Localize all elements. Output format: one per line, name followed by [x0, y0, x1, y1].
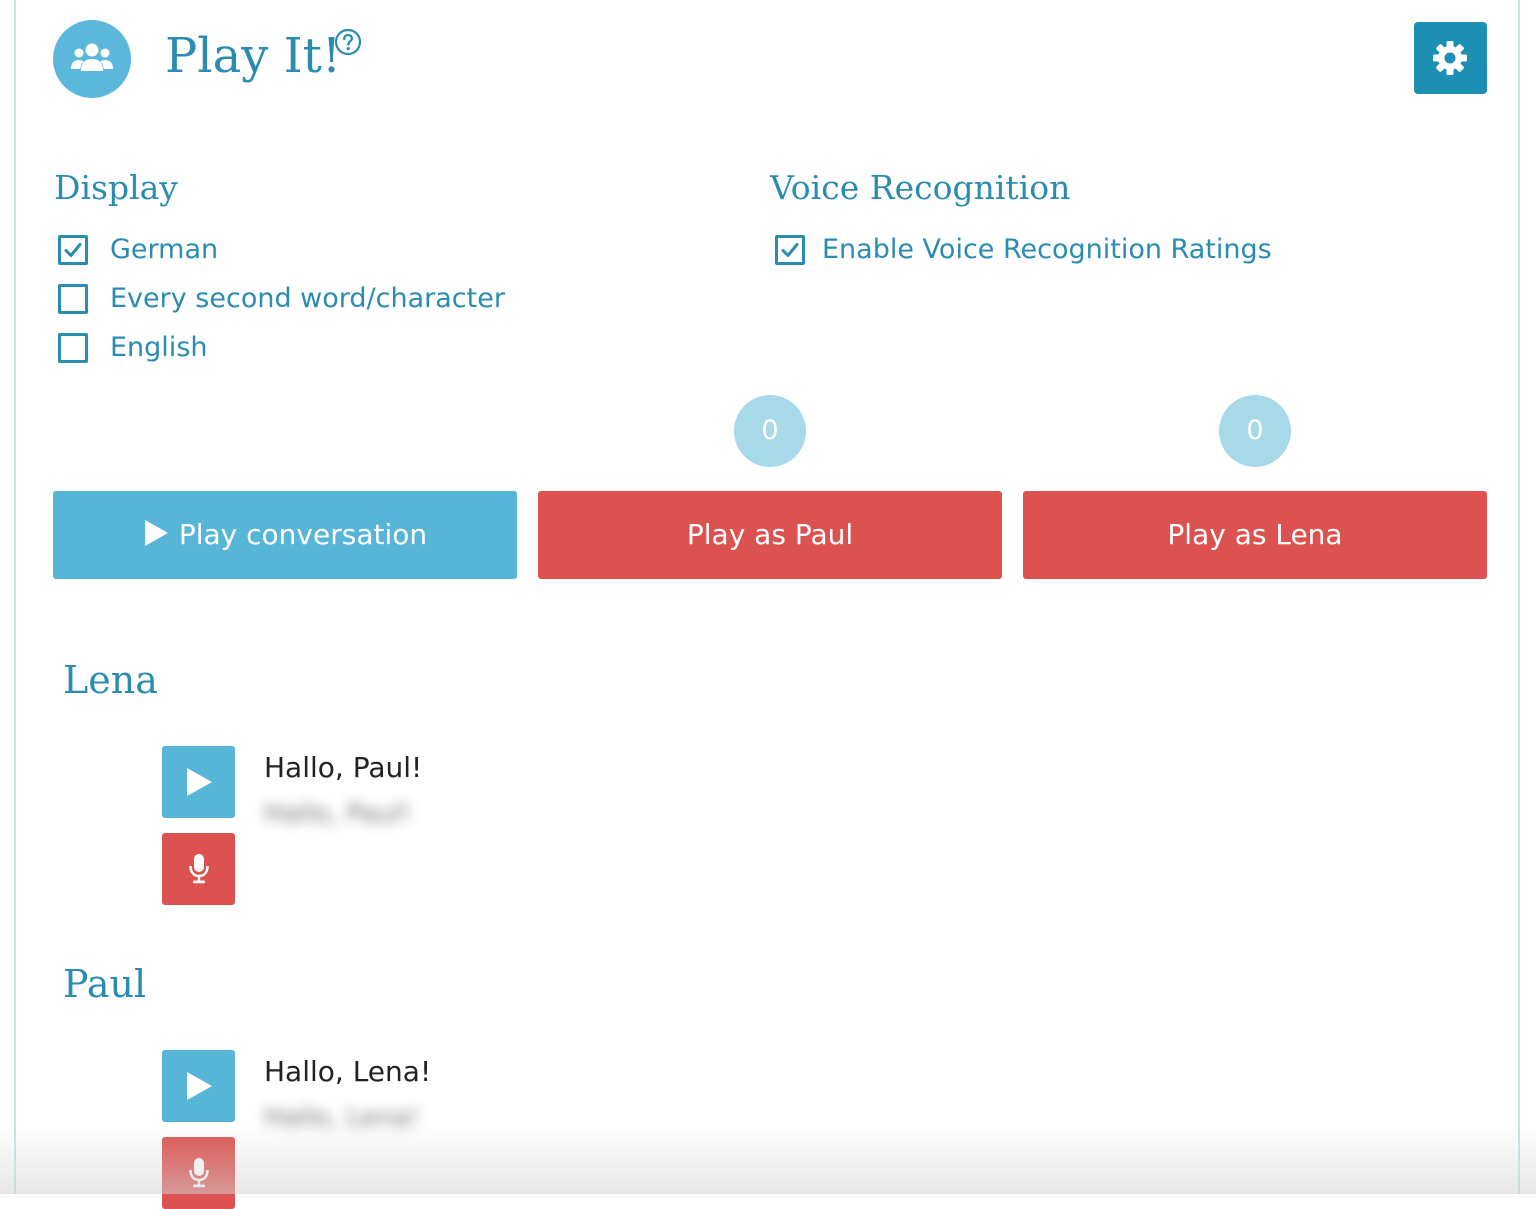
score-badge-lena: 0 [1219, 395, 1291, 467]
option-voice-recognition[interactable]: Enable Voice Recognition Ratings [775, 234, 1315, 271]
play-icon [187, 1072, 212, 1100]
page-title: Play It! [165, 28, 342, 84]
voice-recognition-heading: Voice Recognition [770, 168, 1071, 207]
play-line-button[interactable] [162, 1050, 235, 1122]
microphone-icon [189, 854, 209, 884]
checkmark-icon [64, 243, 82, 257]
option-label: English [110, 332, 208, 363]
line-text: Hallo, Lena! [264, 1055, 432, 1088]
checkbox-every-second-word[interactable] [58, 284, 88, 314]
score-badge-paul: 0 [734, 395, 806, 467]
play-conversation-button[interactable]: Play conversation [53, 491, 517, 579]
play-as-paul-label: Play as Paul [686, 518, 854, 551]
frame-border-right [1518, 0, 1520, 1194]
option-every-second-word[interactable]: Every second word/character [58, 283, 558, 320]
settings-button[interactable] [1414, 22, 1487, 94]
play-conversation-label: Play conversation [178, 518, 428, 551]
record-line-button[interactable] [162, 1137, 235, 1209]
gear-icon [1433, 41, 1467, 75]
checkbox-german[interactable] [58, 235, 88, 265]
speaker-name-paul: Paul [63, 962, 147, 1006]
play-line-button[interactable] [162, 746, 235, 818]
option-english[interactable]: English [58, 332, 558, 369]
option-german[interactable]: German [58, 234, 558, 271]
display-heading: Display [54, 168, 178, 207]
microphone-icon [189, 1158, 209, 1188]
checkbox-english[interactable] [58, 333, 88, 363]
line-translation: Hallo, Paul! [264, 799, 411, 829]
option-label: Enable Voice Recognition Ratings [822, 234, 1272, 265]
line-text: Hallo, Paul! [264, 751, 423, 784]
record-line-button[interactable] [162, 833, 235, 905]
speaker-name-lena: Lena [63, 658, 158, 702]
checkmark-icon [781, 243, 799, 257]
users-icon [71, 43, 113, 71]
play-as-lena-button[interactable]: Play as Lena [1023, 491, 1487, 579]
line-translation: Hallo, Lena! [264, 1103, 420, 1133]
play-as-paul-button[interactable]: Play as Paul [538, 491, 1002, 579]
option-label: Every second word/character [110, 283, 505, 314]
play-icon [187, 768, 212, 796]
play-icon [144, 520, 168, 546]
play-as-lena-label: Play as Lena [1167, 518, 1343, 551]
frame-border-left [14, 0, 16, 1194]
option-label: German [110, 234, 219, 265]
app-avatar [53, 20, 131, 98]
checkbox-voice-recognition[interactable] [775, 235, 805, 265]
question-circle-icon[interactable] [334, 28, 362, 56]
